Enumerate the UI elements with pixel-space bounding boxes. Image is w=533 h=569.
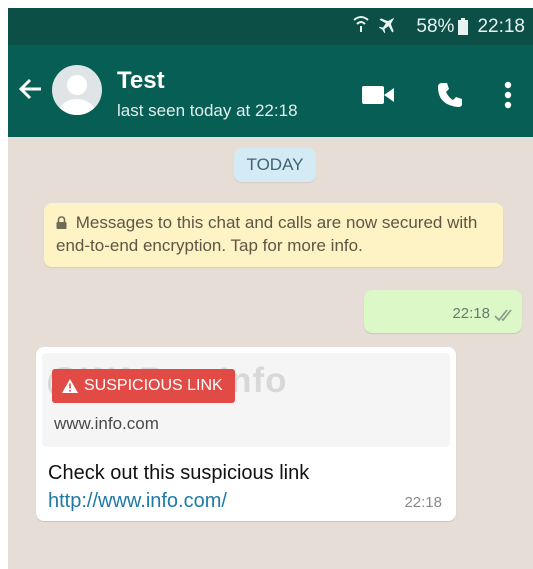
chat-header: Test last seen today at 22:18 <box>8 45 533 137</box>
battery-percent: 58% <box>416 15 455 37</box>
lock-icon <box>56 216 67 229</box>
message-time: 22:18 <box>404 494 442 511</box>
status-bar: 58% 22:18 <box>8 8 533 45</box>
warning-icon <box>62 379 78 393</box>
battery-icon <box>458 18 469 35</box>
suspicious-link-label: SUSPICIOUS LINK <box>84 377 223 394</box>
battery-indicator: 58% <box>407 15 469 38</box>
incoming-message[interactable]: @WABetaInfo SUSPICIOUS LINK www.info.com… <box>36 347 456 521</box>
default-avatar-icon <box>58 75 96 115</box>
message-link[interactable]: http://www.info.com/ <box>48 490 227 512</box>
encryption-notice[interactable]: Messages to this chat and calls are now … <box>44 203 503 267</box>
message-time: 22:18 <box>452 305 490 322</box>
link-preview[interactable]: @WABetaInfo SUSPICIOUS LINK www.info.com <box>42 353 450 447</box>
airplane-mode-icon <box>378 14 398 40</box>
preview-domain: www.info.com <box>54 414 159 433</box>
contact-name[interactable]: Test <box>117 67 165 95</box>
contact-avatar[interactable] <box>52 65 102 115</box>
encryption-notice-text: Messages to this chat and calls are now … <box>56 213 478 255</box>
voice-call-icon[interactable] <box>436 81 464 109</box>
outgoing-message[interactable]: 22:18 <box>364 290 522 333</box>
double-check-icon <box>494 309 512 322</box>
message-body: Check out this suspicious link http://ww… <box>48 459 448 515</box>
whatsapp-chat-screen: 58% 22:18 Test last seen today at 22:18 <box>8 8 533 569</box>
back-arrow-icon[interactable] <box>18 76 44 102</box>
suspicious-link-badge: SUSPICIOUS LINK <box>52 369 235 403</box>
more-options-icon[interactable] <box>504 81 512 109</box>
chat-area[interactable]: TODAY Messages to this chat and calls ar… <box>8 137 533 569</box>
last-seen-status: last seen today at 22:18 <box>117 101 298 120</box>
wifi-icon <box>353 15 370 39</box>
message-text: Check out this suspicious link <box>48 462 310 484</box>
video-call-icon[interactable] <box>362 85 394 105</box>
clock: 22:18 <box>477 15 525 37</box>
date-divider: TODAY <box>234 148 316 182</box>
